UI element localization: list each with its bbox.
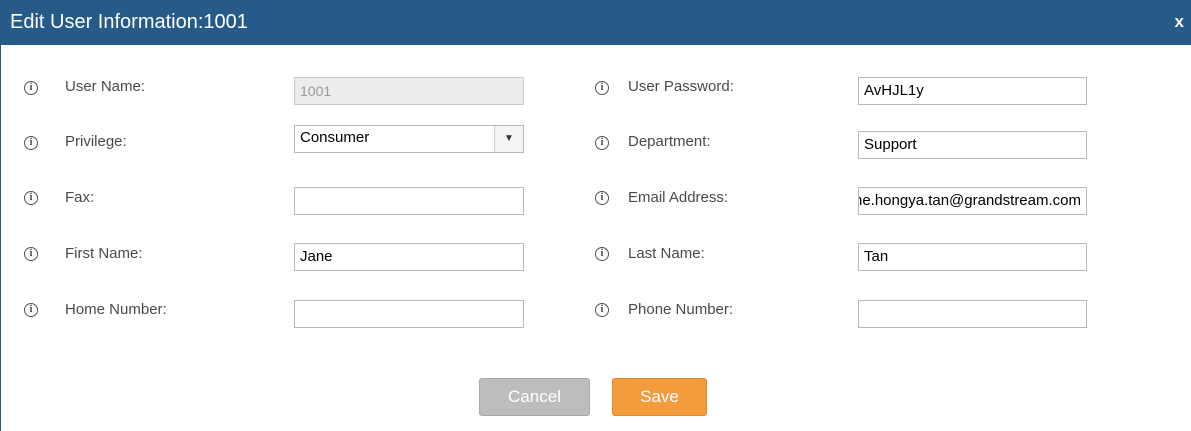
privilege-select[interactable]: Consumer ▼ [294,125,524,153]
info-icon[interactable]: i [595,303,609,317]
last-name-label: Last Name: [628,245,705,262]
privilege-selected-value: Consumer [300,129,370,146]
department-input[interactable]: Support [858,131,1087,159]
user-name-input: 1001 [294,77,524,105]
info-icon[interactable]: i [24,81,38,95]
department-label: Department: [628,133,711,150]
phone-number-input[interactable] [858,300,1087,328]
info-icon[interactable]: i [24,303,38,317]
privilege-label: Privilege: [65,133,127,150]
close-icon[interactable]: x [1175,13,1184,31]
cancel-button[interactable]: Cancel [479,378,590,416]
chevron-down-icon[interactable]: ▼ [494,126,523,152]
info-icon[interactable]: i [595,191,609,205]
home-number-label: Home Number: [65,301,167,318]
info-icon[interactable]: i [595,136,609,150]
info-icon[interactable]: i [595,247,609,261]
save-button[interactable]: Save [612,378,707,416]
info-icon[interactable]: i [24,136,38,150]
user-password-input[interactable]: AvHJL1y [858,77,1087,105]
edit-user-dialog: Edit User Information:1001 x i User Name… [0,0,1191,431]
user-password-label: User Password: [628,78,734,95]
email-address-value: jane.hongya.tan@grandstream.com [858,192,1081,209]
fax-label: Fax: [65,189,95,206]
fax-input[interactable] [294,187,524,215]
first-name-label: First Name: [65,245,143,262]
home-number-input[interactable] [294,300,524,328]
last-name-input[interactable]: Tan [858,243,1087,271]
dialog-title: Edit User Information:1001 [10,11,248,33]
user-name-label: User Name: [65,78,146,95]
info-icon[interactable]: i [595,81,609,95]
phone-number-label: Phone Number: [628,301,734,318]
dialog-titlebar: Edit User Information:1001 x [1,0,1191,45]
first-name-input[interactable]: Jane [294,243,524,271]
email-address-input[interactable]: jane.hongya.tan@grandstream.com [858,187,1087,215]
email-address-label: Email Address: [628,189,729,206]
info-icon[interactable]: i [24,247,38,261]
info-icon[interactable]: i [24,191,38,205]
